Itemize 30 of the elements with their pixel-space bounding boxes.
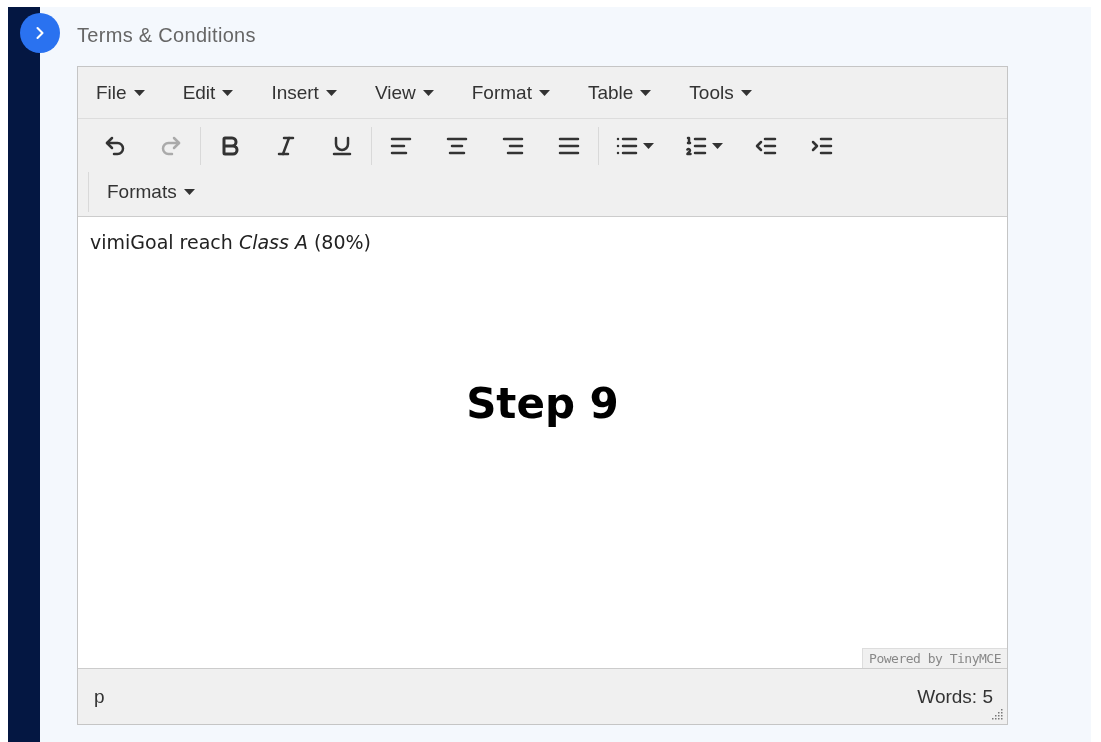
expand-button[interactable] xyxy=(20,13,60,53)
menu-item[interactable]: View xyxy=(364,75,444,110)
caret-icon xyxy=(643,143,654,149)
formats-dropdown[interactable]: Formats xyxy=(88,172,205,212)
caret-icon xyxy=(325,89,337,96)
caret-icon xyxy=(422,89,434,96)
menu-item[interactable]: Insert xyxy=(261,75,347,110)
menu-item[interactable]: Edit xyxy=(172,75,244,110)
menu-item[interactable]: File xyxy=(86,75,155,110)
caret-icon xyxy=(222,89,234,96)
caret-icon xyxy=(740,89,752,96)
underline-icon xyxy=(330,134,354,158)
caret-icon xyxy=(640,89,652,96)
resize-handle-icon[interactable] xyxy=(991,708,1003,720)
caret-icon xyxy=(712,143,723,149)
caret-icon xyxy=(133,89,145,96)
section-title: Terms & Conditions xyxy=(77,24,256,48)
undo-icon xyxy=(103,134,127,158)
menu-item[interactable]: Format xyxy=(461,75,560,110)
menu-item[interactable]: Table xyxy=(577,75,662,110)
element-path[interactable]: p xyxy=(94,685,105,708)
word-count: Words: 5 xyxy=(917,685,993,708)
paragraph: vimiGoal reach Class A (80%) xyxy=(90,231,371,253)
editor-content[interactable]: vimiGoal reach Class A (80%) Step 9 Powered by TinyMCE xyxy=(78,217,1007,668)
redo-icon xyxy=(159,134,183,158)
step-label: Step 9 xyxy=(466,379,619,428)
caret-icon xyxy=(183,189,195,195)
numbered-list-icon xyxy=(684,134,708,158)
menu-item[interactable]: Tools xyxy=(679,75,762,110)
caret-icon xyxy=(538,89,550,96)
